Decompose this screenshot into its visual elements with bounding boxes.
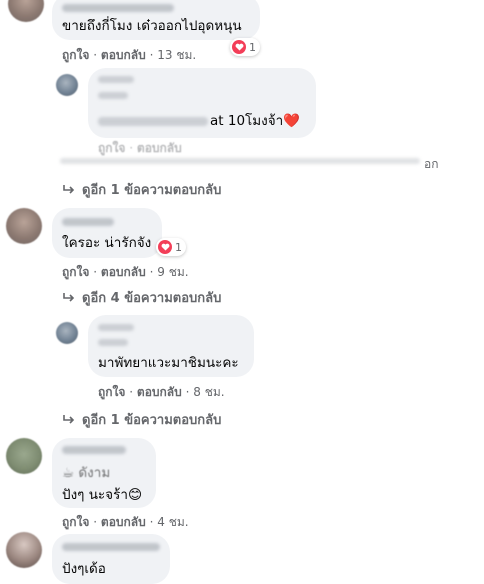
reaction-count: 1 bbox=[175, 240, 182, 254]
comment-text: ใครอะ น่ารักจัง bbox=[62, 235, 152, 251]
reaction-count: 1 bbox=[249, 40, 256, 54]
timestamp[interactable]: 13 ชม. bbox=[157, 48, 196, 62]
view-more-replies-link[interactable]: ดูอีก 1 ข้อความตอบกลับ bbox=[62, 179, 221, 200]
view-more-label: ดูอีก 4 ข้อความตอบกลับ bbox=[82, 291, 222, 306]
reply-text: at 10โมงจ้า❤️ bbox=[210, 112, 300, 130]
reply-actions: ถูกใจ · ตอบกลับ bbox=[98, 139, 182, 158]
reply-name[interactable] bbox=[98, 76, 134, 83]
view-more-replies-link[interactable]: ดูอีก 4 ข้อความตอบกลับ bbox=[62, 287, 221, 308]
comment-actions: ถูกใจ · ตอบกลับ · 4 ชม. bbox=[62, 513, 189, 532]
reply-text-tail: at 10โมงจ้า bbox=[210, 113, 284, 129]
view-more-label: ดูอีก 1 ข้อความตอบกลับ bbox=[82, 183, 222, 198]
separator: · bbox=[93, 515, 98, 529]
like-link[interactable]: ถูกใจ bbox=[62, 48, 89, 62]
timestamp[interactable]: 4 ชม. bbox=[157, 515, 188, 529]
avatar[interactable] bbox=[8, 0, 44, 22]
reply-link[interactable]: ตอบกลับ bbox=[137, 385, 182, 399]
avatar[interactable] bbox=[6, 208, 42, 244]
like-link[interactable]: ถูกใจ bbox=[98, 141, 125, 155]
smile-emoji: 😊 bbox=[127, 487, 143, 503]
reply-name[interactable] bbox=[98, 324, 134, 331]
avatar[interactable] bbox=[6, 438, 42, 474]
separator: · bbox=[93, 265, 98, 279]
reply-line bbox=[98, 92, 128, 99]
reply-link[interactable]: ตอบกลับ bbox=[101, 48, 146, 62]
comment-actions: ถูกใจ · ตอบกลับ · 13 ชม. bbox=[62, 46, 196, 65]
comment-text: ขายถึงกี่โมง เด๋วออกไปอุดหนุน bbox=[62, 18, 242, 34]
reaction-badge[interactable]: 1 bbox=[230, 38, 260, 56]
reply-link[interactable]: ตอบกลับ bbox=[137, 141, 182, 155]
separator: · bbox=[149, 48, 154, 62]
commenter-name[interactable] bbox=[62, 543, 160, 551]
faded-text-tail: อก bbox=[424, 157, 439, 171]
separator: · bbox=[185, 385, 190, 399]
separator: · bbox=[129, 141, 134, 155]
commenter-name[interactable] bbox=[62, 446, 126, 454]
timestamp[interactable]: 8 ชม. bbox=[193, 385, 224, 399]
avatar[interactable] bbox=[56, 74, 78, 96]
faded-text-line bbox=[60, 158, 420, 164]
timestamp[interactable]: 9 ชม. bbox=[157, 265, 188, 279]
reaction-badge[interactable]: 1 bbox=[156, 238, 186, 256]
love-reaction-icon bbox=[232, 40, 246, 54]
separator: · bbox=[129, 385, 134, 399]
reply-arrow-icon bbox=[63, 292, 75, 302]
comment-text: ปังๆ นะจร้า bbox=[62, 487, 128, 503]
reply-text: มาพัทยาแวะมาชิมนะคะ bbox=[98, 355, 239, 371]
separator: · bbox=[149, 265, 154, 279]
comment-text: ปังๆเด้อ bbox=[62, 561, 106, 577]
commenter-name[interactable] bbox=[62, 4, 174, 12]
like-link[interactable]: ถูกใจ bbox=[62, 515, 89, 529]
commenter-name[interactable] bbox=[62, 218, 114, 226]
avatar[interactable] bbox=[56, 322, 78, 344]
reply-arrow-icon bbox=[63, 414, 75, 424]
comment-actions: ถูกใจ · ตอบกลับ · 9 ชม. bbox=[62, 263, 189, 282]
view-more-label: ดูอีก 1 ข้อความตอบกลับ bbox=[82, 413, 222, 428]
reply-link[interactable]: ตอบกลับ bbox=[101, 515, 146, 529]
comment-text-line2: ปังๆ นะจร้า😊 bbox=[62, 486, 142, 504]
reply-actions: ถูกใจ · ตอบกลับ · 8 ชม. bbox=[98, 383, 225, 402]
heart-emoji: ❤️ bbox=[283, 113, 301, 129]
view-more-replies-link[interactable]: ดูอีก 1 ข้อความตอบกลับ bbox=[62, 409, 221, 430]
separator: · bbox=[149, 515, 154, 529]
love-reaction-icon bbox=[158, 240, 172, 254]
separator: · bbox=[93, 48, 98, 62]
mentioned-name[interactable] bbox=[98, 117, 208, 126]
avatar[interactable] bbox=[6, 532, 42, 568]
reply-link[interactable]: ตอบกลับ bbox=[101, 265, 146, 279]
reply-line bbox=[98, 339, 128, 346]
reply-arrow-icon bbox=[63, 184, 75, 194]
comment-text-line1: ☕ ดังาม bbox=[62, 465, 111, 481]
like-link[interactable]: ถูกใจ bbox=[98, 385, 125, 399]
like-link[interactable]: ถูกใจ bbox=[62, 265, 89, 279]
